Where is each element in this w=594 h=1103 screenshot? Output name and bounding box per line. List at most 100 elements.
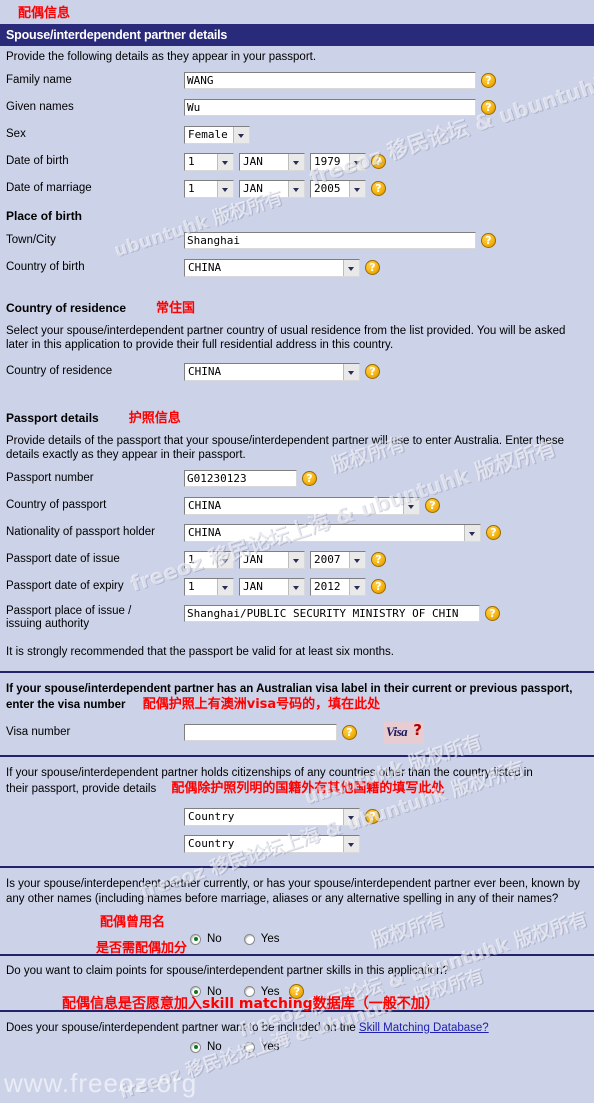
given-names-input[interactable] <box>184 99 476 116</box>
row-date-of-marriage: Date of marriage 1 JAN 2005 ? <box>0 175 594 202</box>
dob-month-select[interactable]: JAN <box>239 152 305 171</box>
skill-matching-radio-yes[interactable] <box>243 1041 255 1053</box>
annotation-country-of-residence: 常住国 <box>156 301 196 316</box>
other-names-question: Is your spouse/interdependent partner cu… <box>6 878 580 905</box>
row-town-city: Town/City ? <box>0 227 594 254</box>
marriage-year-select[interactable]: 2005 <box>310 179 366 198</box>
passport-number-input[interactable] <box>184 470 297 487</box>
skill-matching-database-link[interactable]: Skill Matching Database? <box>359 1022 489 1034</box>
help-icon-given-names[interactable]: ? <box>481 100 496 115</box>
help-icon-country-of-birth[interactable]: ? <box>365 260 380 275</box>
marriage-month-select[interactable]: JAN <box>239 179 305 198</box>
chevron-down-icon <box>343 835 359 852</box>
chevron-down-icon <box>349 153 365 170</box>
skill-matching-question: Does your spouse/interdependent partner … <box>0 1015 594 1038</box>
help-icon-passport-number[interactable]: ? <box>302 471 317 486</box>
label-family-name: Family name <box>6 74 72 86</box>
row-country-of-passport: Country of passport CHINA ? <box>0 492 594 519</box>
row-passport-expiry-date: Passport date of expiry 1 JAN 2012 ? <box>0 573 594 600</box>
row-passport-number: Passport number ? <box>0 465 594 492</box>
heading-country-of-residence-row: Country of residence 常住国 <box>0 281 594 320</box>
help-icon-country-of-residence[interactable]: ? <box>365 364 380 379</box>
sex-select[interactable]: Female <box>184 125 250 144</box>
town-city-input[interactable] <box>184 232 476 249</box>
form-page: freeoz 移民论坛 & ubuntuhk 版权所有 ubuntuhk 版权所… <box>0 0 594 1103</box>
label-country-of-passport: Country of passport <box>6 499 107 511</box>
dob-day-select[interactable]: 1 <box>184 152 234 171</box>
row-country-of-residence: Country of residence CHINA ? <box>0 355 594 385</box>
country-of-passport-select[interactable]: CHINA <box>184 496 420 515</box>
help-icon-family-name[interactable]: ? <box>481 73 496 88</box>
citizenship-question-line2: their passport, provide details <box>6 783 157 795</box>
row-nationality: Nationality of passport holder CHINA ? <box>0 519 594 546</box>
citizenship-country-1-select[interactable]: Country <box>184 807 360 826</box>
other-names-radio-no[interactable] <box>190 933 201 945</box>
help-icon-passport-place-of-issue[interactable]: ? <box>485 606 500 621</box>
visa-logo-text: Visa <box>386 723 408 739</box>
marriage-day-select[interactable]: 1 <box>184 179 234 198</box>
chevron-down-icon <box>217 180 233 197</box>
label-passport-number: Passport number <box>6 472 94 484</box>
expiry-day-select[interactable]: 1 <box>184 577 234 596</box>
country-of-residence-select[interactable]: CHINA <box>184 362 360 381</box>
other-names-label-no[interactable]: No <box>207 933 222 945</box>
chevron-down-icon <box>288 180 304 197</box>
annotation-other-citizenship: 配偶除护照列明的国籍外有其他国籍的填写此处 <box>171 781 445 796</box>
label-passport-issue-date: Passport date of issue <box>6 553 120 565</box>
help-icon-date-of-birth[interactable]: ? <box>371 154 386 169</box>
nationality-value: CHINA <box>188 525 222 539</box>
passport-place-of-issue-input[interactable] <box>184 605 480 622</box>
label-town-city: Town/City <box>6 234 56 246</box>
chevron-down-icon <box>217 578 233 595</box>
citizenship-country-2-select[interactable]: Country <box>184 834 360 853</box>
help-icon-passport-expiry-date[interactable]: ? <box>371 579 386 594</box>
annotation-skill-matching: 配偶信息是否愿意加入skill matching数据库（一般不加） <box>62 996 439 1012</box>
country-of-birth-value: CHINA <box>188 260 222 274</box>
country-of-birth-select[interactable]: CHINA <box>184 258 360 277</box>
dob-year-select[interactable]: 1979 <box>310 152 366 171</box>
heading-country-of-residence: Country of residence <box>6 301 127 315</box>
issue-year-value: 2007 <box>314 552 341 566</box>
label-date-of-birth: Date of birth <box>6 155 69 167</box>
label-sex: Sex <box>6 128 26 140</box>
help-icon-passport-issue-date[interactable]: ? <box>371 552 386 567</box>
row-country-of-birth: Country of birth CHINA ? <box>0 254 594 281</box>
nationality-select[interactable]: CHINA <box>184 523 481 542</box>
expiry-day-value: 1 <box>188 579 195 593</box>
chevron-down-icon <box>464 524 480 541</box>
chevron-down-icon <box>349 578 365 595</box>
label-place-line1: Passport place of issue / <box>6 605 132 617</box>
chevron-down-icon <box>288 578 304 595</box>
skill-matching-radio-no[interactable] <box>190 1041 201 1053</box>
other-names-label-yes[interactable]: Yes <box>261 933 280 945</box>
row-sex: Sex Female <box>0 121 594 148</box>
watermark-site-url: www.freeoz.org <box>4 1068 198 1098</box>
help-icon-citizenship[interactable]: ? <box>365 809 380 824</box>
citizenship-question: If your spouse/interdependent partner ho… <box>0 762 594 800</box>
heading-passport-details-row: Passport details 护照信息 <box>0 385 594 430</box>
skill-matching-label-yes[interactable]: Yes <box>261 1041 280 1053</box>
row-passport-issue-date: Passport date of issue 1 JAN 2007 ? <box>0 546 594 573</box>
issue-month-select[interactable]: JAN <box>239 550 305 569</box>
issue-year-select[interactable]: 2007 <box>310 550 366 569</box>
help-icon-nationality[interactable]: ? <box>486 525 501 540</box>
intro-text: Provide the following details as they ap… <box>6 51 317 63</box>
visa-number-input[interactable] <box>184 724 337 741</box>
marriage-year-value: 2005 <box>314 181 341 195</box>
sex-value: Female <box>188 127 228 141</box>
chevron-down-icon <box>217 551 233 568</box>
passport-validity-note: It is strongly recommended that the pass… <box>6 646 394 658</box>
expiry-year-select[interactable]: 2012 <box>310 577 366 596</box>
family-name-input[interactable] <box>184 72 476 89</box>
help-icon-town-city[interactable]: ? <box>481 233 496 248</box>
help-icon-country-of-passport[interactable]: ? <box>425 498 440 513</box>
label-nationality: Nationality of passport holder <box>6 526 155 538</box>
issue-day-select[interactable]: 1 <box>184 550 234 569</box>
visa-question-line2: enter the visa number <box>6 699 126 711</box>
expiry-month-select[interactable]: JAN <box>239 577 305 596</box>
skill-matching-label-no[interactable]: No <box>207 1041 222 1053</box>
help-icon-date-of-marriage[interactable]: ? <box>371 181 386 196</box>
chevron-down-icon <box>343 808 359 825</box>
other-names-radio-yes[interactable] <box>243 933 255 945</box>
help-icon-visa-number[interactable]: ? <box>342 725 357 740</box>
